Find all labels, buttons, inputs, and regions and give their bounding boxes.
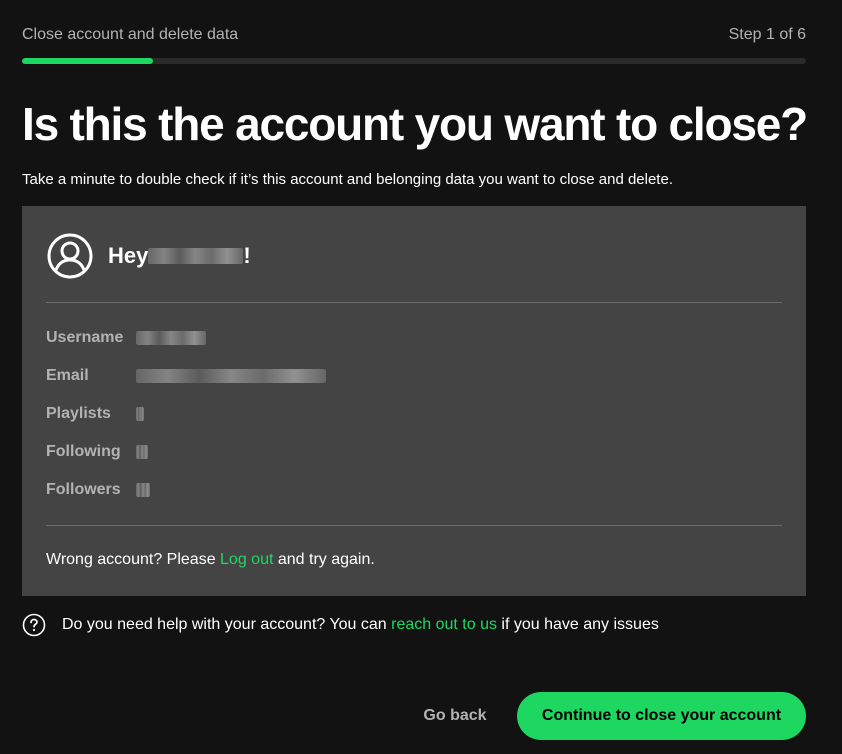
info-row-username: Username <box>46 327 206 349</box>
step-indicator: Step 1 of 6 <box>728 26 806 43</box>
flow-title: Close account and delete data <box>22 26 239 43</box>
continue-close-account-button[interactable]: Continue to close your account <box>517 692 806 740</box>
info-row-following: Following <box>46 441 148 463</box>
info-row-playlists: Playlists <box>46 403 144 425</box>
wrong-account-text: Wrong account? Please Log out and try ag… <box>46 551 375 569</box>
info-row-followers: Followers <box>46 479 150 501</box>
redacted-playlists <box>136 407 144 421</box>
page-title: Is this the account you want to close? <box>22 98 808 150</box>
greeting: Hey ! <box>108 243 251 269</box>
redacted-name <box>148 248 244 264</box>
greeting-suffix: ! <box>243 243 251 268</box>
go-back-button[interactable]: Go back <box>410 692 500 740</box>
redacted-following <box>136 445 148 459</box>
help-text: Do you need help with your account? You … <box>62 616 659 634</box>
card-divider-top <box>46 302 782 303</box>
reach-out-link[interactable]: reach out to us <box>391 616 497 633</box>
card-divider-bottom <box>46 525 782 526</box>
email-label: Email <box>46 367 89 384</box>
close-account-page: Close account and delete data Step 1 of … <box>0 0 842 754</box>
followers-label: Followers <box>46 481 121 498</box>
log-out-link[interactable]: Log out <box>220 551 273 568</box>
help-row: Do you need help with your account? You … <box>22 612 659 638</box>
username-label: Username <box>46 329 124 346</box>
user-avatar-icon <box>46 232 94 280</box>
redacted-followers <box>136 483 150 497</box>
playlists-label: Playlists <box>46 405 111 422</box>
flow-header: Close account and delete data Step 1 of … <box>22 24 806 46</box>
wrong-account-suffix: and try again. <box>273 551 375 568</box>
help-suffix: if you have any issues <box>496 616 659 633</box>
account-card-header: Hey ! <box>46 230 251 282</box>
following-label: Following <box>46 443 121 460</box>
greeting-prefix: Hey <box>108 243 149 268</box>
redacted-email <box>136 369 326 383</box>
redacted-username <box>136 331 206 345</box>
progress-bar-fill <box>22 58 153 64</box>
question-circle-icon <box>22 613 46 637</box>
account-card: Hey ! Username Email Playlists Following… <box>22 206 806 596</box>
page-subtitle: Take a minute to double check if it’s th… <box>22 171 673 188</box>
info-row-email: Email <box>46 365 326 387</box>
help-prefix: Do you need help with your account? You … <box>62 616 392 633</box>
progress-bar <box>22 58 806 64</box>
wrong-account-prefix: Wrong account? Please <box>46 551 221 568</box>
